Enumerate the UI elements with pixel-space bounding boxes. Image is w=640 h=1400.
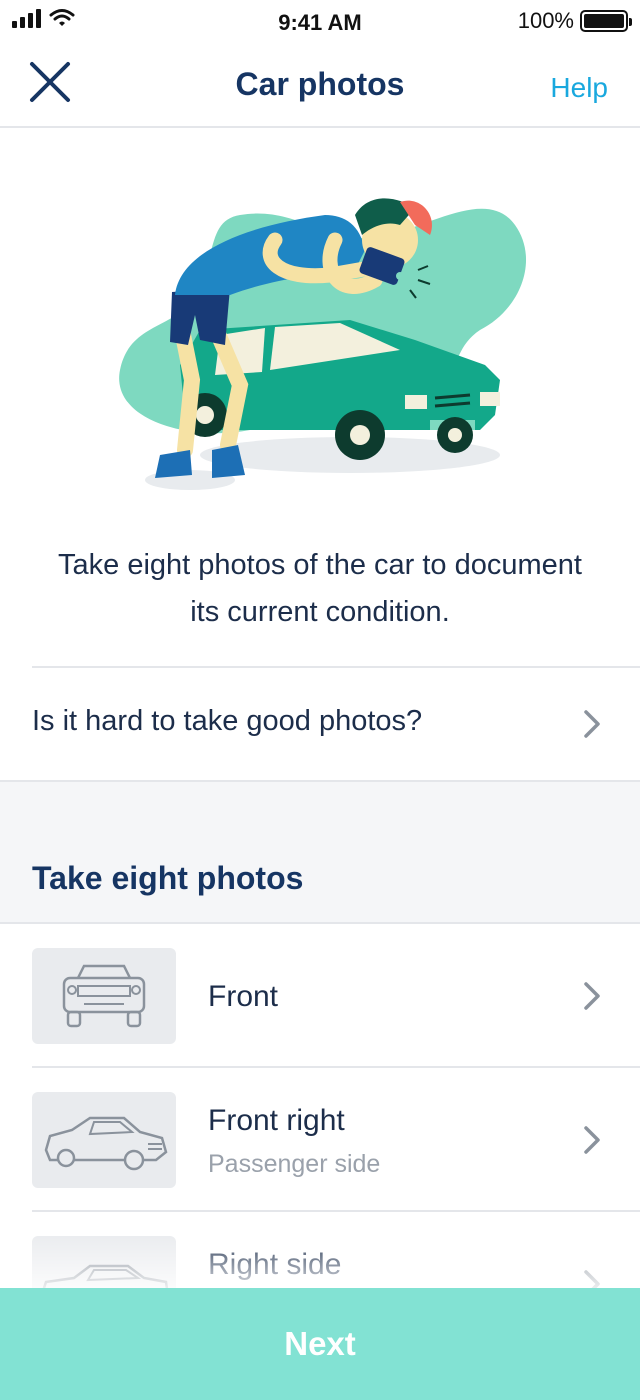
battery-percent: 100% <box>517 8 574 33</box>
page-title: Car photos <box>235 66 405 102</box>
photo-item-front[interactable]: Front <box>0 924 640 1068</box>
close-button[interactable] <box>24 56 78 110</box>
status-bar: 9:41 AM 100% <box>0 0 640 42</box>
next-button-label: Next <box>284 1325 356 1362</box>
tips-row[interactable]: Is it hard to take good photos? <box>0 666 640 780</box>
battery-fill <box>584 14 624 28</box>
battery-icon <box>580 10 632 32</box>
chevron-right-icon <box>584 710 600 738</box>
chevron-right-icon <box>584 1126 600 1154</box>
car-photos-screen: 9:41 AM 100% Car photos Help Take eight … <box>0 0 640 1400</box>
thumbnail <box>32 948 176 1044</box>
thumbnail <box>32 1092 176 1188</box>
intro-text: Take eight photos of the car to document… <box>58 549 582 628</box>
help-link[interactable]: Help <box>550 72 608 104</box>
section-header: Take eight photos <box>0 780 640 924</box>
next-button[interactable]: Next <box>0 1288 640 1400</box>
photo-item-title: Front <box>208 980 279 1013</box>
car-photographer-illustration <box>119 198 527 490</box>
photo-item-title: Right side <box>208 1248 342 1281</box>
photo-item-front-right[interactable]: Front right Passenger side <box>0 1068 640 1212</box>
tips-label: Is it hard to take good photos? <box>32 705 423 737</box>
car-front-icon <box>62 964 146 1028</box>
nav-bar: Car photos Help <box>0 42 640 128</box>
close-icon <box>30 62 70 102</box>
photo-item-title: Front right <box>208 1104 345 1137</box>
section-title: Take eight photos <box>32 860 304 896</box>
chevron-right-icon <box>584 982 600 1010</box>
photo-item-subtitle: Passenger side <box>208 1150 381 1178</box>
status-right: 100% <box>517 8 632 34</box>
car-front-right-icon <box>44 1116 168 1171</box>
divider <box>32 666 640 668</box>
